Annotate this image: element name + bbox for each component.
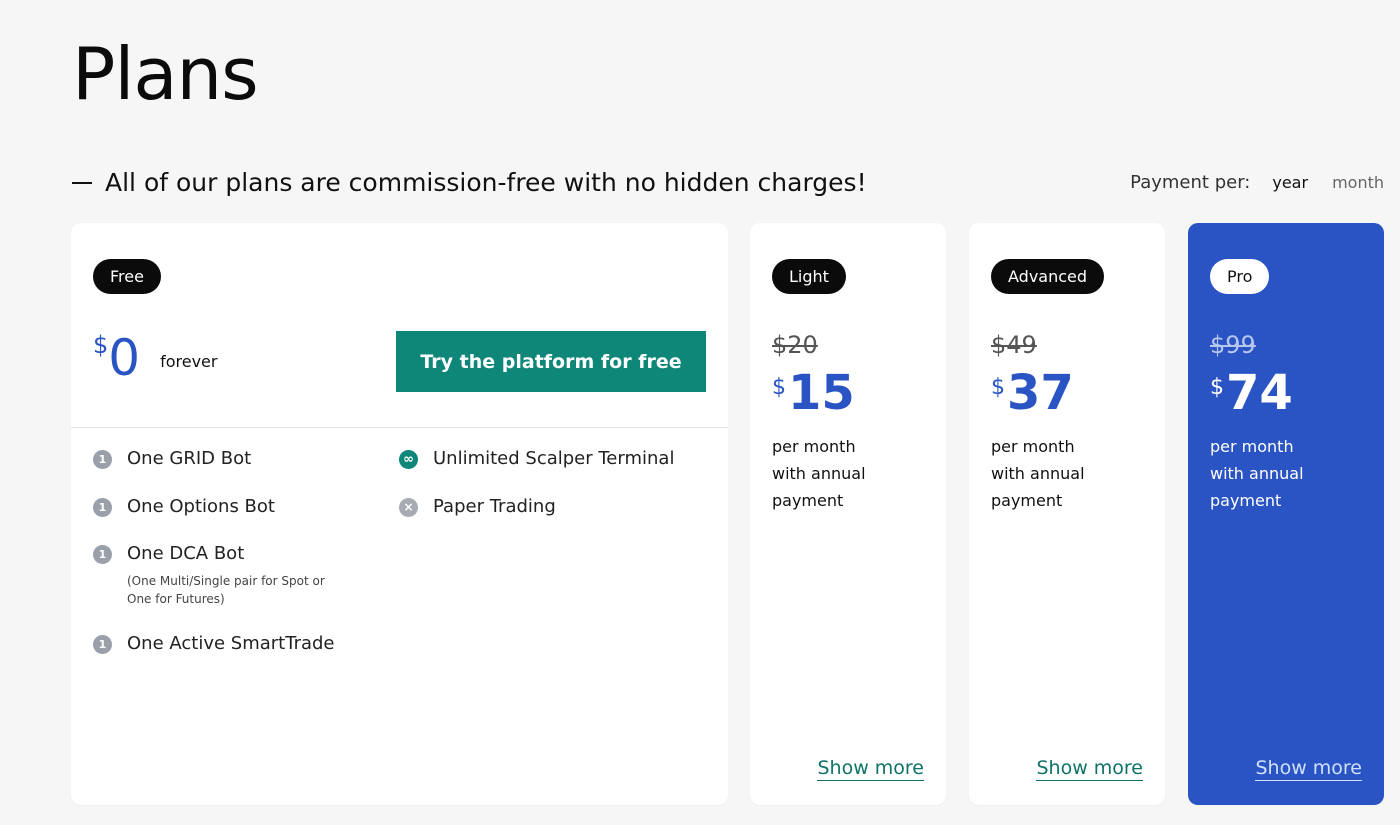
- feature-label: Paper Trading: [433, 495, 556, 517]
- number-badge-icon: 1: [93, 634, 112, 654]
- new-price: $ 15: [772, 369, 855, 417]
- currency-symbol: $: [991, 375, 1005, 400]
- feature-note: (One Multi/Single pair for Spot or One f…: [127, 573, 325, 606]
- old-price: $49: [991, 331, 1037, 359]
- show-more-link[interactable]: Show more: [817, 757, 924, 781]
- old-price: $99: [1210, 331, 1256, 359]
- infinity-icon: ∞: [399, 450, 418, 469]
- old-price: $20: [772, 331, 818, 359]
- period-line: per month: [991, 437, 1075, 456]
- price-amount: 37: [1007, 365, 1074, 421]
- feature-list: 1 One GRID Bot 1 One Options Bot 1 One D…: [93, 448, 699, 680]
- currency-symbol: $: [772, 375, 786, 400]
- subheader-text: All of our plans are commission-free wit…: [105, 168, 867, 197]
- plan-card-advanced: Advanced $49 $ 37 per month with annual …: [969, 223, 1165, 805]
- try-free-button[interactable]: Try the platform for free: [396, 331, 706, 392]
- divider: [71, 427, 728, 428]
- payment-option-year[interactable]: year: [1272, 173, 1308, 192]
- plan-badge-pro: Pro: [1210, 259, 1270, 294]
- price-period: per month with annual payment: [1210, 433, 1304, 515]
- payment-option-month[interactable]: month: [1332, 173, 1384, 192]
- feature-label: One DCA Bot: [127, 543, 245, 564]
- payment-period-toggle: Payment per: year month: [1130, 172, 1384, 193]
- period-line: payment: [991, 491, 1063, 511]
- period-line: payment: [772, 491, 844, 511]
- feature-label: One Options Bot: [127, 495, 275, 517]
- period-line: payment: [1210, 491, 1282, 511]
- number-badge-icon: 1: [93, 545, 112, 564]
- plan-card-free: Free $ 0 forever Try the platform for fr…: [71, 223, 728, 805]
- dash-divider: [72, 181, 92, 184]
- show-more-link[interactable]: Show more: [1036, 757, 1143, 781]
- plan-card-pro: Pro $99 $ 74 per month with annual payme…: [1188, 223, 1384, 805]
- plan-badge-advanced: Advanced: [991, 259, 1105, 294]
- feature-column-left: 1 One GRID Bot 1 One Options Bot 1 One D…: [93, 448, 399, 680]
- number-badge-icon: 1: [93, 450, 112, 469]
- price-amount: 74: [1226, 365, 1293, 421]
- price-amount: 0: [108, 329, 141, 387]
- plan-badge-free: Free: [93, 259, 161, 294]
- cross-icon: ×: [399, 497, 418, 517]
- period-line: with annual: [1210, 464, 1304, 484]
- plan-badge-light: Light: [772, 259, 846, 294]
- price-period: per month with annual payment: [991, 433, 1085, 515]
- subheader: All of our plans are commission-free wit…: [72, 168, 867, 197]
- price-period: per month with annual payment: [772, 433, 866, 515]
- feature-column-right: ∞ Unlimited Scalper Terminal × Paper Tra…: [399, 448, 699, 680]
- free-price: $ 0 forever: [93, 329, 218, 387]
- currency-symbol: $: [93, 331, 109, 359]
- feature-item: × Paper Trading: [399, 496, 699, 519]
- feature-item: 1 One DCA Bot (One Multi/Single pair for…: [93, 543, 399, 608]
- period-line: with annual: [772, 464, 866, 484]
- new-price: $ 74: [1210, 369, 1293, 417]
- show-more-link[interactable]: Show more: [1255, 757, 1362, 781]
- period-line: with annual: [991, 464, 1085, 484]
- period-line: per month: [1210, 437, 1294, 456]
- period-line: per month: [772, 437, 856, 456]
- feature-label: One Active SmartTrade: [127, 632, 335, 654]
- payment-label: Payment per:: [1130, 172, 1251, 193]
- price-period: forever: [160, 352, 218, 371]
- feature-item: 1 One GRID Bot: [93, 448, 399, 471]
- feature-item: ∞ Unlimited Scalper Terminal: [399, 448, 699, 471]
- feature-label: One GRID Bot: [127, 448, 252, 469]
- new-price: $ 37: [991, 369, 1074, 417]
- feature-item: 1 One Active SmartTrade: [93, 633, 399, 656]
- feature-item: 1 One Options Bot: [93, 496, 399, 519]
- price-amount: 15: [788, 365, 855, 421]
- page-title: Plans: [72, 32, 259, 116]
- currency-symbol: $: [1210, 375, 1224, 400]
- feature-label: Unlimited Scalper Terminal: [433, 448, 675, 469]
- number-badge-icon: 1: [93, 497, 112, 517]
- plan-card-light: Light $20 $ 15 per month with annual pay…: [750, 223, 946, 805]
